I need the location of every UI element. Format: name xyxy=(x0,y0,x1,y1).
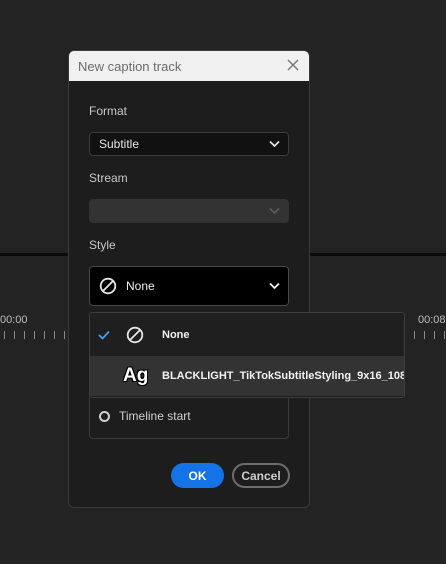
style-option-none[interactable]: None xyxy=(90,315,404,355)
new-caption-track-dialog: New caption track Format Subtitle Stream… xyxy=(68,50,310,508)
style-value: None xyxy=(126,279,155,293)
checkmark-icon xyxy=(98,330,110,340)
text-style-icon: Ag xyxy=(123,365,149,386)
ok-button[interactable]: OK xyxy=(171,463,224,488)
radio-button[interactable] xyxy=(99,410,110,422)
timecode-start: 00:00 xyxy=(0,314,28,326)
chevron-down-icon xyxy=(269,282,280,290)
stream-label: Stream xyxy=(89,171,128,185)
style-option-blacklight[interactable]: Ag BLACKLIGHT_TikTokSubtitleStyling_9x16… xyxy=(90,356,404,396)
timecode-end: 00:08 xyxy=(418,314,446,326)
format-label: Format xyxy=(89,104,128,118)
close-icon[interactable] xyxy=(286,58,300,72)
style-select[interactable]: None xyxy=(89,266,289,306)
cancel-button[interactable]: Cancel xyxy=(232,463,290,488)
dialog-title: New caption track xyxy=(78,58,182,74)
timeline-start-radio[interactable]: Timeline start xyxy=(99,409,191,423)
format-value: Subtitle xyxy=(99,137,140,151)
chevron-down-icon xyxy=(269,140,280,148)
timeline-start-label: Timeline start xyxy=(119,409,191,423)
chevron-down-icon xyxy=(269,207,280,215)
none-icon xyxy=(99,277,117,295)
none-icon xyxy=(126,326,144,344)
style-dropdown-menu: None Ag BLACKLIGHT_TikTokSubtitleStyling… xyxy=(89,312,405,398)
dialog-header: New caption track xyxy=(69,51,309,81)
stream-select xyxy=(89,199,289,223)
style-label: Style xyxy=(89,238,116,252)
style-option-label: None xyxy=(162,329,190,341)
style-option-label: BLACKLIGHT_TikTokSubtitleStyling_9x16_10… xyxy=(162,370,405,382)
format-select[interactable]: Subtitle xyxy=(89,132,289,156)
